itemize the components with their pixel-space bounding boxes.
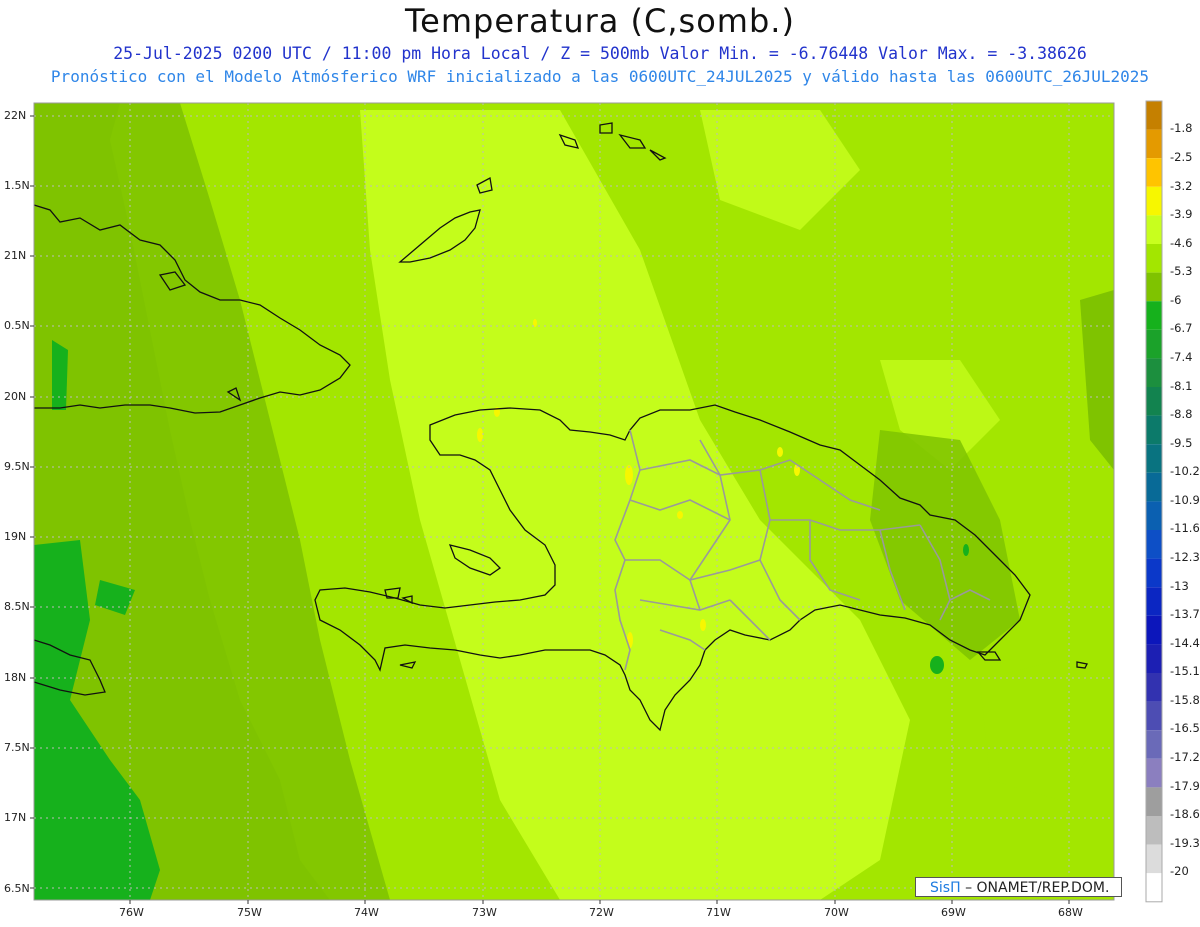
colorbar-swatch: [1146, 444, 1162, 473]
colorbar-label: -11.6: [1170, 521, 1200, 535]
colorbar-swatch: [1146, 301, 1162, 330]
lat-label: 22N: [4, 109, 27, 122]
colorbar-label: -2.5: [1170, 150, 1193, 164]
lon-label: 75W: [237, 906, 262, 919]
lat-label: 6.5N: [4, 882, 30, 895]
colorbar-label: -8.8: [1170, 407, 1193, 421]
colorbar-swatch: [1146, 701, 1162, 731]
colorbar-label: -5.3: [1170, 264, 1193, 278]
lat-label: 17N: [4, 811, 27, 824]
colorbar-swatch: [1146, 387, 1162, 416]
lon-label: 69W: [941, 906, 966, 919]
lat-label: 1.5N: [4, 179, 30, 192]
colorbar-swatch: [1146, 673, 1162, 702]
colorbar-label: -3.9: [1170, 207, 1193, 221]
colorbar-swatch: [1146, 844, 1162, 874]
colorbar-swatch: [1146, 158, 1162, 187]
colorbar-label: -10.9: [1170, 493, 1200, 507]
lon-label: 70W: [824, 906, 849, 919]
colorbar-label: -16.5: [1170, 721, 1200, 735]
colorbar-swatch: [1146, 101, 1162, 130]
colorbar-label: -12.3: [1170, 550, 1200, 564]
colorbar-label: -8.1: [1170, 379, 1193, 393]
colorbar-swatch: [1146, 415, 1162, 445]
lat-label: 9.5N: [4, 460, 30, 473]
colorbar-swatch: [1146, 272, 1162, 302]
onamet-credit: – ONAMET/REP.DOM.: [965, 880, 1110, 896]
colorbar-label: -18.6: [1170, 807, 1200, 821]
colorbar-label: -3.2: [1170, 179, 1193, 193]
lat-label: 0.5N: [4, 319, 30, 332]
lon-label: 68W: [1058, 906, 1083, 919]
colorbar-swatch: [1146, 758, 1162, 788]
colorbar-swatch: [1146, 244, 1162, 273]
lon-label: 74W: [354, 906, 379, 919]
lat-label: 8.5N: [4, 600, 30, 613]
lon-label: 73W: [472, 906, 497, 919]
colorbar-label: -13: [1170, 579, 1189, 593]
colorbar-swatch: [1146, 730, 1162, 759]
colorbar-label: -1.8: [1170, 121, 1193, 135]
colorbar-swatch: [1146, 615, 1162, 645]
colorbar-swatch: [1146, 129, 1162, 159]
lon-label: 72W: [589, 906, 614, 919]
colorbar-swatch: [1146, 215, 1162, 244]
colorbar-label: -6: [1170, 293, 1182, 307]
colorbar-swatch: [1146, 358, 1162, 387]
lon-label: 76W: [119, 906, 144, 919]
colorbar-label: -9.5: [1170, 436, 1193, 450]
colorbar-swatch: [1146, 816, 1162, 845]
colorbar-label: -13.7: [1170, 607, 1200, 621]
colorbar-label: -17.2: [1170, 750, 1200, 764]
colorbar-swatch: [1146, 329, 1162, 359]
colorbar-label: -10.2: [1170, 464, 1200, 478]
colorbar-swatch: [1146, 644, 1162, 673]
colorbar-label: -15.1: [1170, 664, 1200, 678]
lat-label: 18N: [4, 671, 27, 684]
sispi-logo-text: SisΠ: [930, 880, 961, 896]
colorbar: [1145, 100, 1163, 903]
colorbar-swatch: [1146, 587, 1162, 616]
colorbar-label: -14.4: [1170, 636, 1200, 650]
lon-label: 71W: [706, 906, 731, 919]
colorbar-swatch: [1146, 472, 1162, 502]
temperature-field: [34, 103, 1114, 900]
credit-box: SisΠ – ONAMET/REP.DOM.: [915, 877, 1122, 897]
colorbar-swatch: [1146, 787, 1162, 816]
lat-label: 19N: [4, 530, 27, 543]
temperature-map: [30, 100, 1163, 904]
colorbar-label: -4.6: [1170, 236, 1193, 250]
colorbar-label: -19.3: [1170, 836, 1200, 850]
colorbar-label: -20: [1170, 864, 1189, 878]
colorbar-label: -17.9: [1170, 779, 1200, 793]
colorbar-swatch: [1146, 501, 1162, 530]
colorbar-swatch: [1146, 873, 1162, 902]
lat-label: 20N: [4, 390, 27, 403]
colorbar-label: -6.7: [1170, 321, 1193, 335]
lat-label: 21N: [4, 249, 27, 262]
colorbar-label: -15.8: [1170, 693, 1200, 707]
colorbar-swatch: [1146, 186, 1162, 216]
colorbar-label: -7.4: [1170, 350, 1193, 364]
colorbar-swatch: [1146, 530, 1162, 559]
lat-label: 7.5N: [4, 741, 30, 754]
colorbar-swatch: [1146, 558, 1162, 588]
